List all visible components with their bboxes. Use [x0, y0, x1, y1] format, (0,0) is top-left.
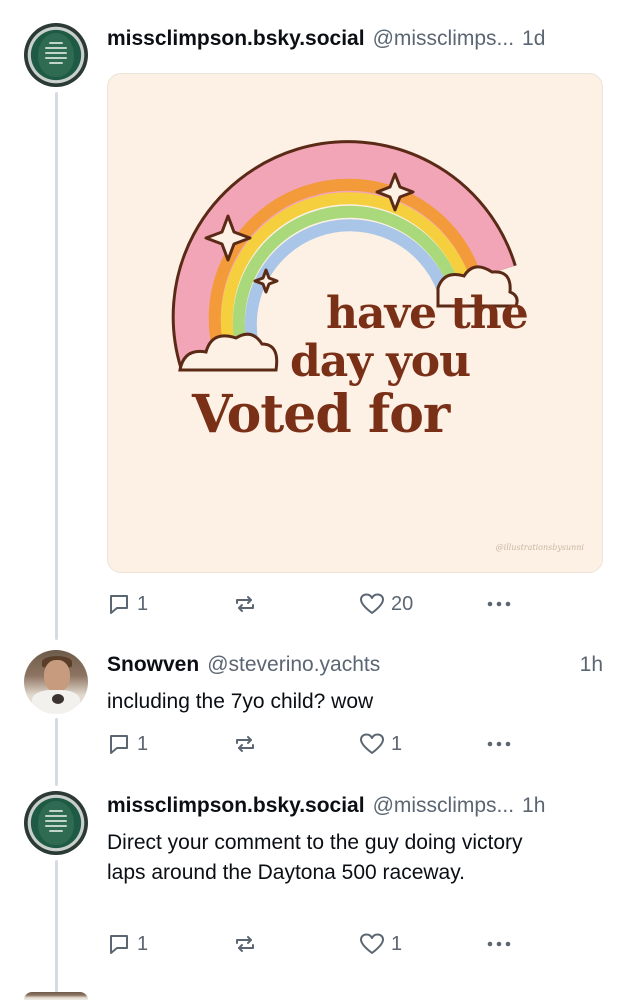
like-button[interactable]: 20 [359, 589, 413, 619]
post[interactable]: Snowven @steverino.yachts 1h including t… [0, 640, 617, 790]
repost-icon [233, 592, 257, 616]
handle[interactable]: @missclimps... [373, 791, 514, 821]
like-count: 1 [391, 732, 403, 755]
repost-icon [233, 732, 257, 756]
post-header: Snowven @steverino.yachts 1h [107, 650, 603, 680]
more-button[interactable] [485, 929, 513, 959]
reply-count: 1 [137, 932, 149, 955]
timestamp[interactable]: 1d [522, 24, 545, 54]
more-icon [485, 592, 513, 616]
avatar[interactable] [24, 23, 88, 87]
heart-icon [359, 932, 385, 956]
reply-button[interactable]: 1 [107, 729, 148, 759]
heart-icon [359, 592, 385, 616]
avatar[interactable] [24, 992, 88, 1000]
display-name[interactable]: Snowven [107, 650, 199, 680]
post-image[interactable]: have the day you Voted for @illustration… [107, 73, 603, 573]
avatar[interactable] [24, 791, 88, 855]
more-button[interactable] [485, 589, 513, 619]
image-text: have the [326, 288, 529, 339]
repost-button[interactable] [233, 589, 257, 619]
handle[interactable]: @missclimps... [373, 24, 514, 54]
repost-button[interactable] [233, 929, 257, 959]
handle[interactable]: @steverino.yachts [207, 650, 380, 680]
more-button[interactable] [485, 729, 513, 759]
timestamp[interactable]: 1h [580, 650, 603, 680]
reply-count: 1 [137, 592, 149, 615]
reply-button[interactable]: 1 [107, 589, 148, 619]
seal-icon [38, 801, 74, 845]
reply-button[interactable]: 1 [107, 929, 148, 959]
like-count: 1 [391, 932, 403, 955]
like-count: 20 [391, 592, 414, 615]
post-actions: 1 1 [107, 729, 517, 759]
seal-icon [38, 33, 74, 77]
post-header: missclimpson.bsky.social @missclimps... … [107, 791, 603, 821]
avatar[interactable] [24, 650, 88, 714]
post[interactable]: missclimpson.bsky.social @missclimps... … [0, 780, 617, 1000]
more-icon [485, 732, 513, 756]
image-text: day you [290, 336, 471, 387]
post-header: missclimpson.bsky.social @missclimps... … [107, 24, 603, 54]
repost-button[interactable] [233, 729, 257, 759]
like-button[interactable]: 1 [359, 929, 402, 959]
post[interactable]: missclimpson.bsky.social @missclimps... … [0, 0, 617, 640]
post-text: Direct your comment to the guy doing vic… [107, 831, 523, 884]
reply-count: 1 [137, 732, 149, 755]
display-name[interactable]: missclimpson.bsky.social [107, 791, 365, 821]
image-text: Voted for [192, 384, 450, 445]
reply-icon [107, 932, 131, 956]
reply-icon [107, 592, 131, 616]
heart-icon [359, 732, 385, 756]
display-name[interactable]: missclimpson.bsky.social [107, 24, 365, 54]
timestamp[interactable]: 1h [522, 791, 545, 821]
post-actions: 1 20 [107, 589, 517, 619]
post-text: including the 7yo child? wow [107, 690, 374, 713]
post-actions: 1 1 [107, 929, 517, 959]
like-button[interactable]: 1 [359, 729, 402, 759]
thread-view: missclimpson.bsky.social @missclimps... … [0, 0, 617, 1000]
reply-icon [107, 732, 131, 756]
repost-icon [233, 932, 257, 956]
more-icon [485, 932, 513, 956]
image-watermark: @illustrationsbysunni [495, 543, 584, 552]
